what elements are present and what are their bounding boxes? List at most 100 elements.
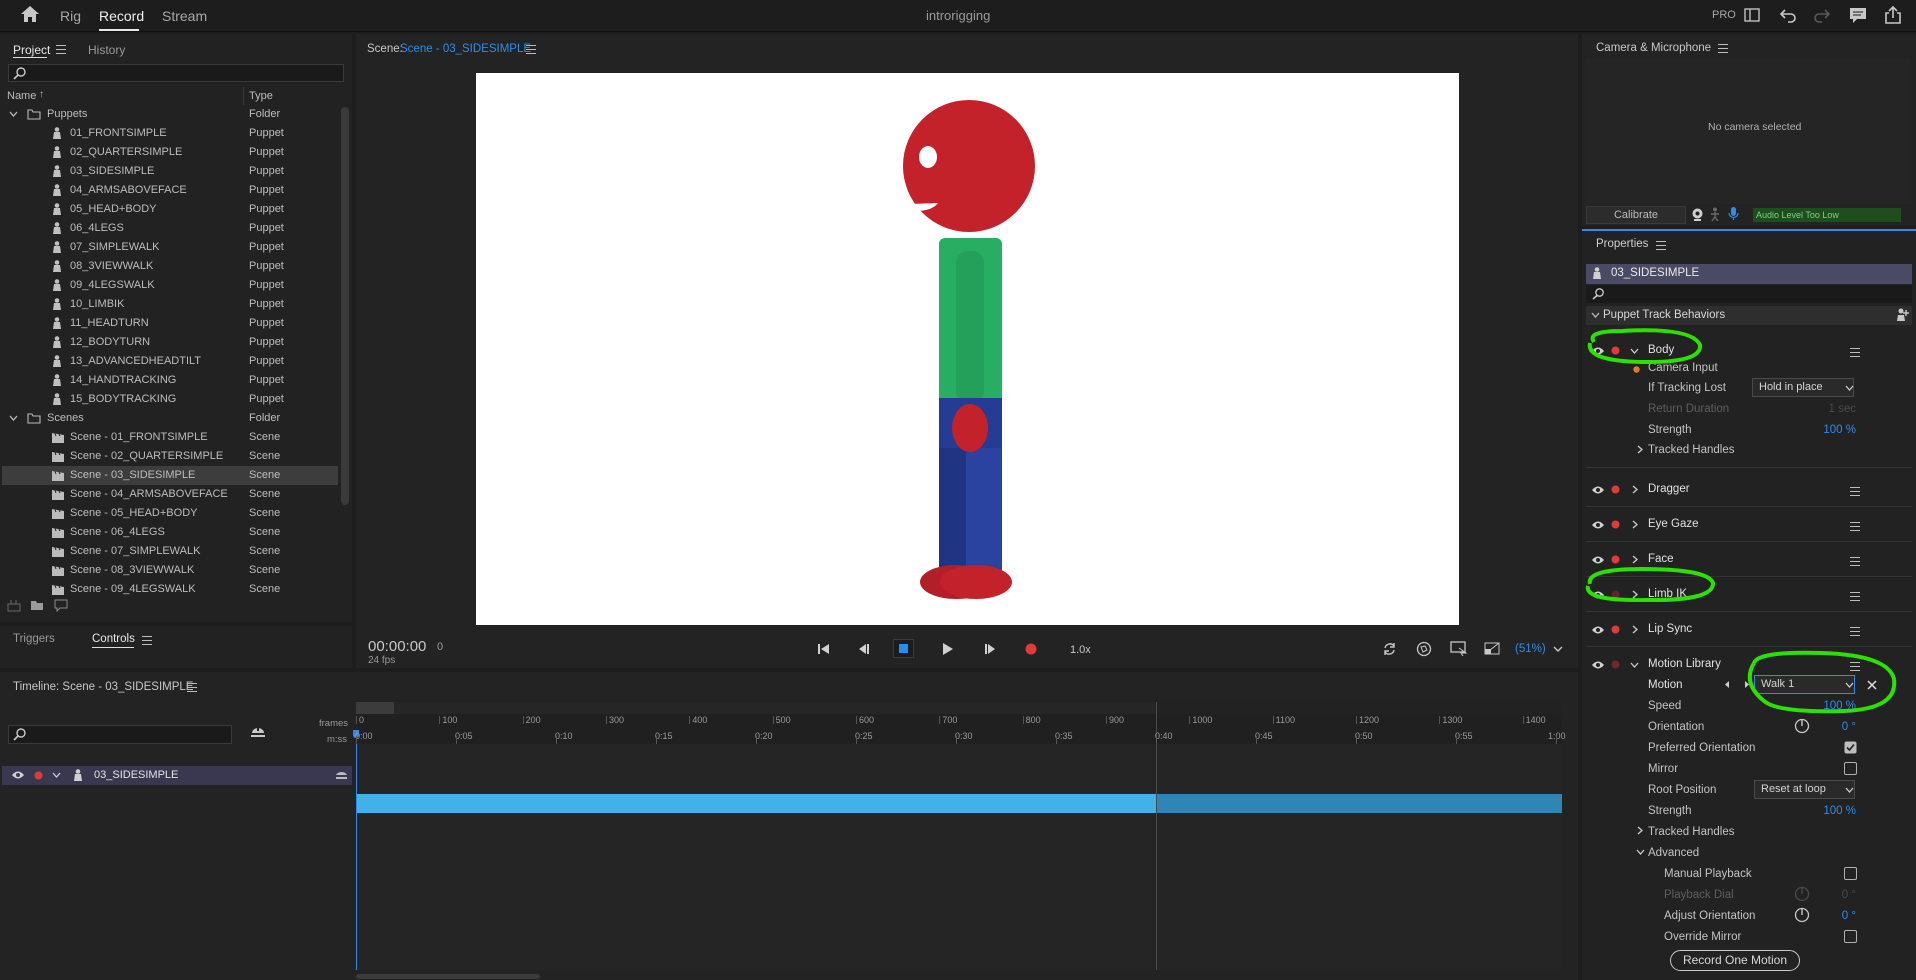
chevron-down-icon[interactable]: [1636, 849, 1645, 855]
playhead[interactable]: [356, 737, 357, 970]
mode-tab-record[interactable]: Record: [99, 8, 144, 24]
chevron-right-icon[interactable]: [1632, 590, 1638, 599]
tab-history[interactable]: History: [88, 43, 125, 57]
behavior-face[interactable]: Face: [1648, 553, 1674, 565]
behavior-menu-icon[interactable]: [1850, 592, 1860, 601]
list-item[interactable]: Scene - 08_3VIEWWALK Scene: [2, 561, 338, 580]
webcam-icon[interactable]: [1691, 208, 1704, 222]
tracked-handles-label[interactable]: Tracked Handles: [1648, 444, 1735, 456]
list-item[interactable]: 12_BODYTURN Puppet: [2, 333, 338, 352]
go-to-start-icon[interactable]: [816, 642, 830, 656]
track-link-icon[interactable]: [335, 769, 348, 781]
list-item[interactable]: Scene - 03_SIDESIMPLE Scene: [2, 466, 338, 485]
visibility-eye-icon[interactable]: [11, 770, 25, 780]
list-item[interactable]: 06_4LEGS Puppet: [2, 219, 338, 238]
timeline-search[interactable]: [8, 725, 232, 744]
chevron-right-icon[interactable]: [1637, 445, 1643, 454]
step-back-icon[interactable]: [857, 642, 871, 656]
calibrate-button[interactable]: Calibrate: [1586, 206, 1686, 224]
record-arm-icon[interactable]: [1611, 590, 1620, 599]
manual-playback-checkbox[interactable]: [1844, 867, 1857, 880]
list-item[interactable]: 14_HANDTRACKING Puppet: [2, 371, 338, 390]
camera-menu-icon[interactable]: [1718, 44, 1728, 53]
timecode[interactable]: 00:00:00: [368, 638, 426, 655]
visibility-eye-icon[interactable]: [1591, 520, 1605, 530]
record-arm-icon[interactable]: [1611, 485, 1620, 494]
share-icon[interactable]: [1884, 6, 1902, 24]
list-item[interactable]: 08_3VIEWWALK Puppet: [2, 257, 338, 276]
visibility-eye-icon[interactable]: [1591, 625, 1605, 635]
chevron-down-icon[interactable]: [1630, 662, 1639, 668]
playback-speed[interactable]: 1.0x: [1070, 644, 1091, 656]
tab-controls[interactable]: Controls: [92, 633, 135, 645]
chevron-down-icon[interactable]: [52, 772, 61, 778]
behavior-menu-icon[interactable]: [1850, 522, 1860, 531]
track-filter-icon[interactable]: [250, 727, 266, 741]
speed-value[interactable]: 100 %: [1802, 700, 1856, 712]
list-item[interactable]: 04_ARMSABOVEFACE Puppet: [2, 181, 338, 200]
chevron-right-icon[interactable]: [1632, 555, 1638, 564]
list-item[interactable]: 13_ADVANCEDHEADTILT Puppet: [2, 352, 338, 371]
work-area-bar[interactable]: [356, 702, 1156, 714]
record-icon[interactable]: [1025, 643, 1037, 655]
timeline-menu-icon[interactable]: [187, 683, 197, 692]
chevron-down-icon[interactable]: [1630, 348, 1639, 354]
scene-name[interactable]: Scene - 03_SIDESIMPLE: [400, 43, 531, 55]
root-position-dropdown[interactable]: Reset at loop: [1754, 780, 1855, 799]
column-name[interactable]: Name: [7, 90, 36, 102]
chevron-down-icon[interactable]: [9, 415, 18, 421]
orientation-value[interactable]: 0 °: [1822, 721, 1856, 733]
record-one-motion-button[interactable]: Record One Motion: [1670, 950, 1800, 971]
list-item[interactable]: Scene - 02_QUARTERSIMPLE Scene: [2, 447, 338, 466]
scene-canvas[interactable]: [476, 73, 1459, 625]
list-item[interactable]: 05_HEAD+BODY Puppet: [2, 200, 338, 219]
strength-value[interactable]: 100 %: [1802, 805, 1856, 817]
timeline-hscrollbar[interactable]: [356, 974, 540, 979]
record-arm-icon[interactable]: [34, 771, 43, 780]
behavior-eye-gaze[interactable]: Eye Gaze: [1648, 518, 1699, 530]
workspace-panel-icon[interactable]: [1744, 8, 1760, 22]
new-scene-icon[interactable]: [54, 599, 68, 612]
adjust-orientation-dial-icon[interactable]: [1794, 907, 1810, 923]
tracked-handles-label[interactable]: Tracked Handles: [1648, 826, 1735, 838]
work-area-start[interactable]: [356, 702, 394, 714]
redo-icon[interactable]: [1813, 7, 1831, 23]
mirror-checkbox[interactable]: [1844, 762, 1857, 775]
column-header[interactable]: Name ↑ Type: [0, 87, 340, 105]
list-item[interactable]: 10_LIMBIK Puppet: [2, 295, 338, 314]
visibility-eye-icon[interactable]: [1591, 555, 1605, 565]
list-item[interactable]: 01_FRONTSIMPLE Puppet: [2, 124, 338, 143]
record-arm-icon[interactable]: [1611, 660, 1620, 669]
behavior-menu-icon[interactable]: [1850, 557, 1860, 566]
step-forward-icon[interactable]: [983, 642, 997, 656]
list-item[interactable]: 15_BODYTRACKING Puppet: [2, 390, 338, 409]
return-duration-value[interactable]: 1 sec: [1812, 403, 1857, 415]
motion-dropdown[interactable]: Walk 1: [1754, 675, 1855, 694]
mode-tab-stream[interactable]: Stream: [162, 8, 207, 24]
previous-motion-icon[interactable]: [1724, 680, 1730, 689]
tab-triggers[interactable]: Triggers: [13, 633, 55, 645]
column-type[interactable]: Type: [249, 90, 273, 102]
next-motion-icon[interactable]: [1744, 680, 1750, 689]
project-search[interactable]: [8, 64, 344, 82]
list-item[interactable]: Scene - 01_FRONTSIMPLE Scene: [2, 428, 338, 447]
advanced-label[interactable]: Advanced: [1648, 847, 1699, 859]
timeline-track-area[interactable]: 0 100 200 300 400 500 600 700 800 900 1000 1100 1200…: [353, 700, 1566, 970]
scene-duration-bar[interactable]: [356, 794, 1156, 813]
visibility-eye-icon[interactable]: [1591, 590, 1605, 600]
tab-project[interactable]: Project: [13, 43, 50, 57]
visibility-eye-icon[interactable]: [1591, 660, 1605, 670]
new-puppet-icon[interactable]: [7, 599, 21, 612]
zoom-level[interactable]: (51%): [1515, 643, 1546, 655]
behavior-menu-icon[interactable]: [1850, 627, 1860, 636]
microphone-icon[interactable]: [1728, 206, 1739, 221]
scene-menu-icon[interactable]: [526, 45, 536, 54]
chevron-right-icon[interactable]: [1632, 625, 1638, 634]
folder-row[interactable]: Scenes Folder: [2, 409, 338, 428]
home-icon[interactable]: [20, 5, 40, 23]
behavior-dragger[interactable]: Dragger: [1648, 483, 1690, 495]
track-header[interactable]: 03_SIDESIMPLE: [2, 766, 352, 785]
chevron-down-icon[interactable]: [9, 111, 18, 117]
chevron-right-icon[interactable]: [1637, 826, 1643, 835]
dragger-icon[interactable]: [1416, 641, 1432, 657]
